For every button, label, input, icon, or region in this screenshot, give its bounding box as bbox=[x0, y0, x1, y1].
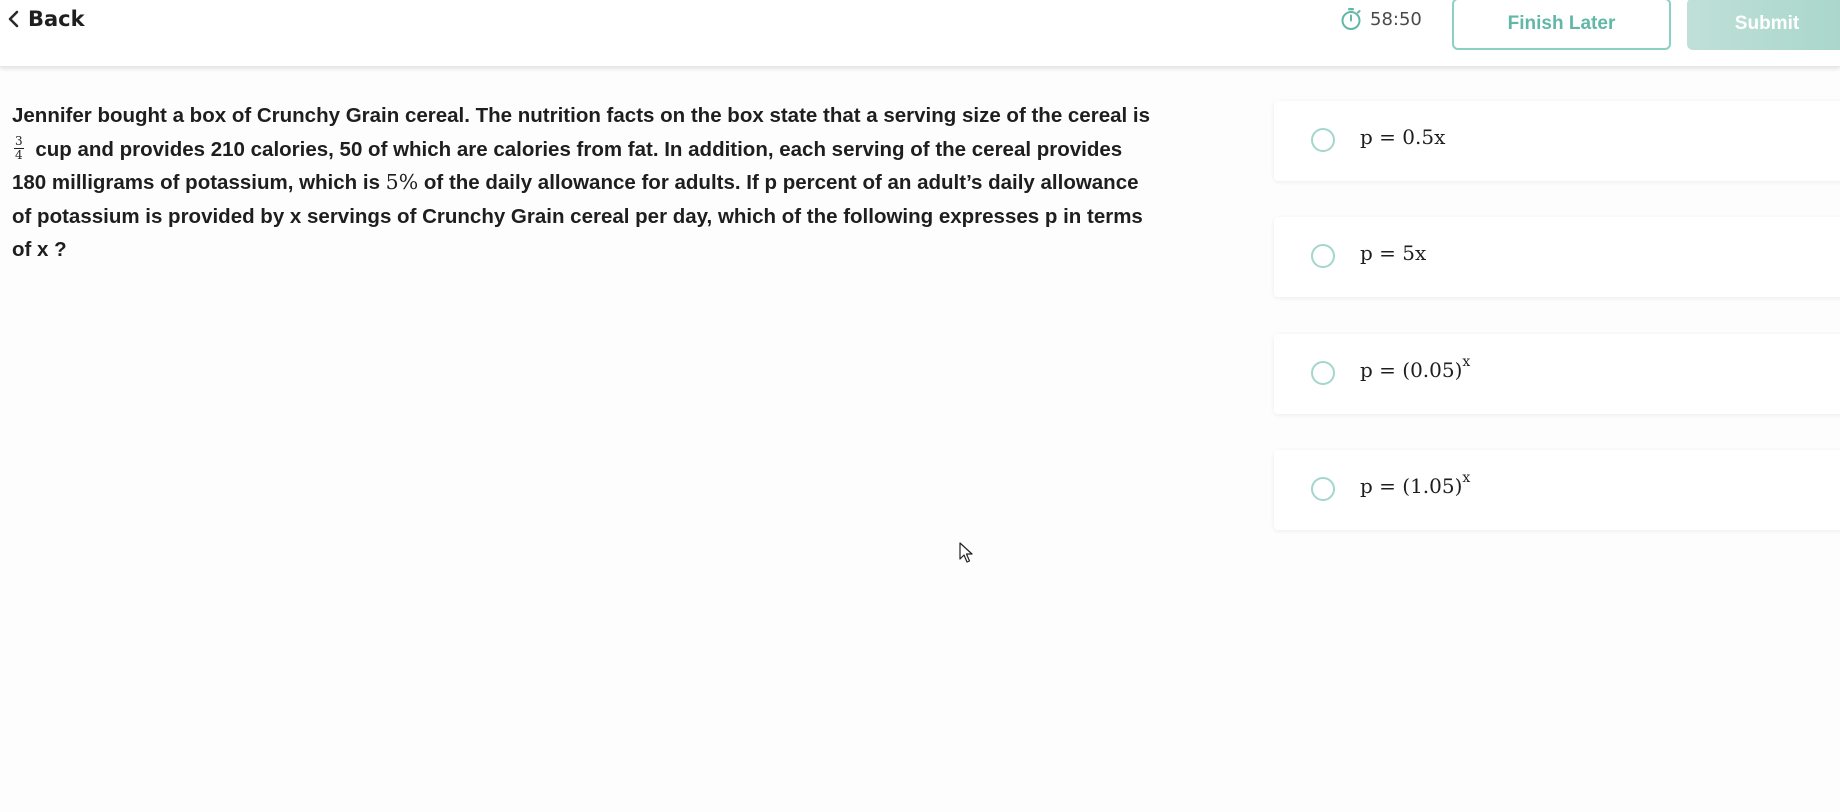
radio-button[interactable] bbox=[1311, 361, 1335, 385]
answer-choice-b[interactable]: p = 5x bbox=[1274, 217, 1840, 297]
finish-later-button[interactable]: Finish Later bbox=[1452, 0, 1671, 50]
choice-text: p = 5x bbox=[1360, 241, 1427, 265]
radio-button[interactable] bbox=[1311, 244, 1335, 268]
question-line-2: 34 cup and provides 210 calories, 50 of … bbox=[12, 133, 1227, 167]
answer-choice-a[interactable]: p = 0.5x bbox=[1274, 101, 1840, 181]
mouse-cursor-icon bbox=[959, 542, 973, 563]
radio-button[interactable] bbox=[1311, 128, 1335, 152]
back-button[interactable]: Back bbox=[6, 2, 85, 36]
choice-label: p = 0.5x bbox=[1360, 125, 1445, 149]
question-line-5: of x ? bbox=[12, 238, 67, 261]
timer: 58:50 bbox=[1340, 4, 1422, 34]
choice-text: p = (0.05) bbox=[1360, 358, 1463, 382]
question-text: Jennifer bought a box of Crunchy Grain c… bbox=[12, 99, 1227, 267]
choice-label: p = (0.05)x bbox=[1360, 355, 1470, 382]
question-line-3-b: of the daily allowance for adults. If p … bbox=[418, 171, 1139, 194]
fraction-three-quarters: 34 bbox=[14, 133, 24, 162]
question-line-4: of potassium is provided by x servings o… bbox=[12, 204, 1143, 228]
timer-value: 58:50 bbox=[1370, 8, 1422, 30]
question-line-2-text: cup and provides 210 calories, 50 of whi… bbox=[29, 137, 1123, 161]
choice-label: p = (1.05)x bbox=[1360, 471, 1470, 498]
choice-text: p = 0.5x bbox=[1360, 125, 1446, 149]
answer-choice-d[interactable]: p = (1.05)x bbox=[1274, 450, 1840, 530]
choice-text: p = (1.05) bbox=[1360, 474, 1463, 498]
chevron-left-icon bbox=[8, 10, 19, 28]
answer-choice-c[interactable]: p = (0.05)x bbox=[1274, 334, 1840, 414]
back-label: Back bbox=[28, 7, 85, 31]
choice-exponent: x bbox=[1462, 470, 1471, 487]
question-line-3: 180 milligrams of potassium, which is 5%… bbox=[12, 166, 1227, 200]
radio-button[interactable] bbox=[1311, 477, 1335, 501]
submit-label: Submit bbox=[1734, 13, 1800, 34]
fraction-denominator: 4 bbox=[15, 147, 23, 162]
choice-label: p = 5x bbox=[1360, 241, 1426, 265]
finish-later-label: Finish Later bbox=[1507, 13, 1616, 34]
question-line-1: Jennifer bought a box of Crunchy Grain c… bbox=[12, 104, 1150, 127]
fraction-numerator: 3 bbox=[14, 133, 24, 149]
percent-math: 5% bbox=[385, 170, 419, 194]
stopwatch-icon bbox=[1341, 8, 1361, 30]
choice-exponent: x bbox=[1462, 354, 1471, 371]
question-line-3-a: 180 milligrams of potassium, which is bbox=[12, 171, 386, 194]
submit-button[interactable]: Submit bbox=[1687, 0, 1840, 50]
top-bar: Back 58:50 Finish Later Submit bbox=[0, 0, 1840, 67]
